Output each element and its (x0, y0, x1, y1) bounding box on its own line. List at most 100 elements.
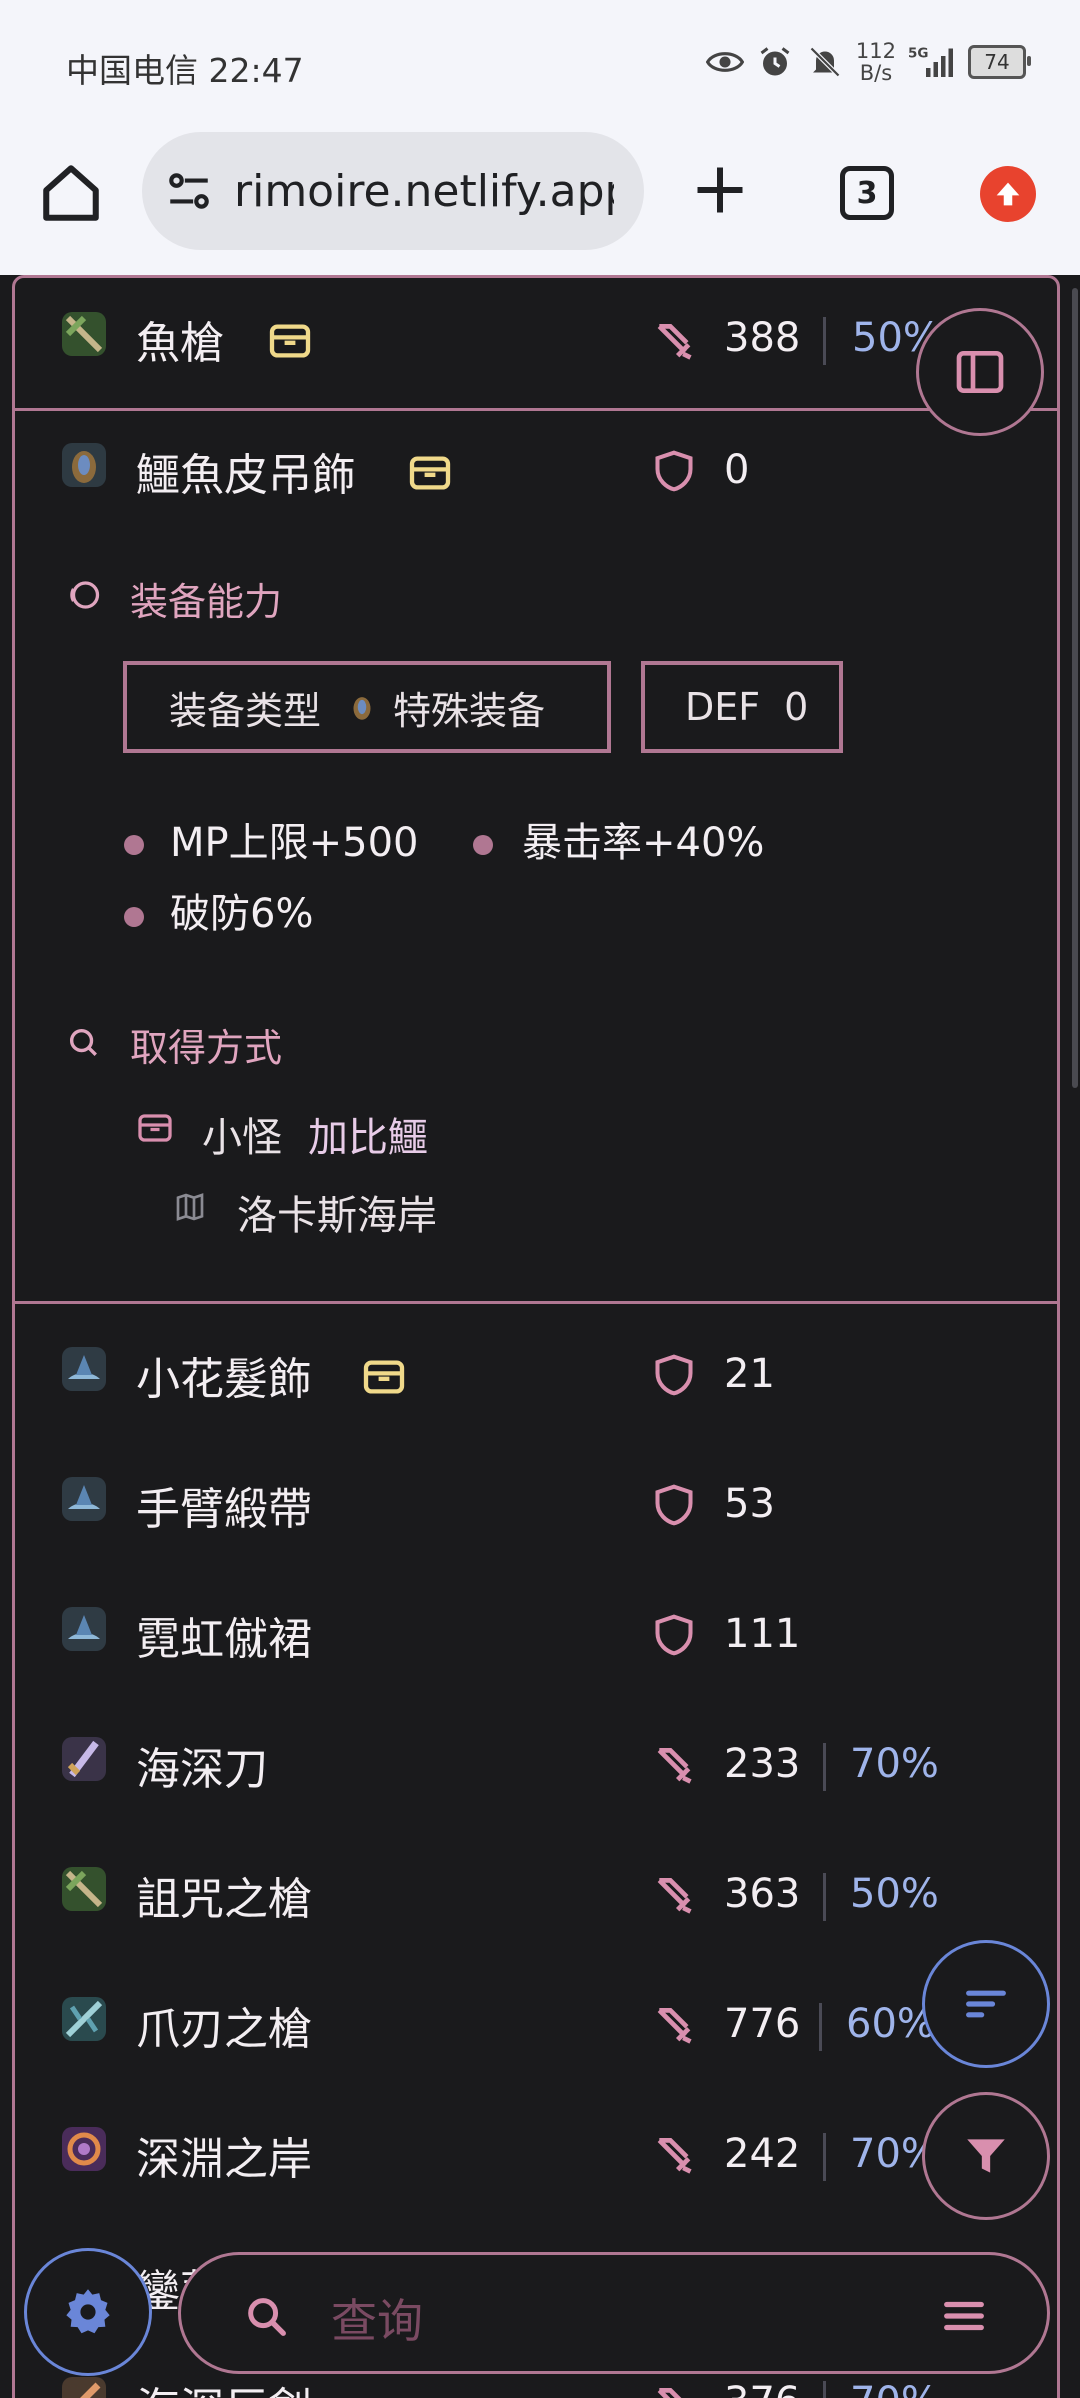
list-item[interactable]: 深淵之岸 242 70% (0, 2085, 1080, 2215)
list-item[interactable]: 霓虹僦裙 111 (0, 1565, 1080, 1695)
stat-value: 53 (724, 1481, 775, 1527)
bell-muted-icon (806, 43, 844, 81)
stat-value: 233 (724, 1741, 801, 1787)
stat-divider (823, 2381, 826, 2398)
list-item[interactable]: 手臂緞帶 53 (0, 1435, 1080, 1565)
item-name: 深淵之岸 (136, 2134, 312, 2185)
sword-icon (657, 1747, 692, 1784)
sword-icon (657, 2137, 692, 2174)
stat-divider (823, 2133, 826, 2181)
list-item[interactable]: 爪刃之槍 776 60% (0, 1955, 1080, 2085)
stat-divider (819, 2003, 822, 2051)
item-list: 魚槍 388 50% 鱷魚皮吊飾 0 装备能力 装备类型 特殊装备 DEF 0 … (0, 275, 1080, 2398)
sword-icon (657, 323, 692, 360)
claw-spear-icon (62, 1997, 106, 2041)
ability-item: 破防6% (170, 891, 314, 937)
shield-icon (655, 1614, 693, 1656)
item-name: 詛咒之槍 (136, 1874, 312, 1925)
item-name: 鱷魚皮吊飾 (136, 450, 356, 501)
browser-toolbar: rimoire.netlify.app 3 (0, 130, 1080, 275)
sidebar-icon (956, 351, 1004, 393)
def-chip: DEF 0 (641, 661, 843, 753)
sword-icon (657, 2387, 682, 2398)
hat-icon (62, 1607, 106, 1651)
signal-icon: 5G (908, 43, 956, 81)
item-name: 海深巨劍 (136, 2373, 312, 2398)
stat-value: 0 (724, 447, 750, 493)
shield-icon (655, 1484, 693, 1526)
update-button[interactable] (980, 166, 1036, 222)
list-item[interactable]: 小花髮飾 21 (0, 1305, 1080, 1435)
chest-outline-icon (138, 1114, 172, 1142)
shield-icon (655, 1354, 693, 1396)
status-bar: 中国电信 22:47 112 B/s 5G 74 (0, 0, 1080, 130)
eye-icon (705, 43, 744, 81)
monster-name[interactable]: 加比鱷 (308, 1105, 428, 1163)
carrier-time: 中国电信 22:47 (66, 51, 304, 90)
bullet-dot (473, 835, 493, 855)
stat-value: 242 (724, 2131, 801, 2177)
stat-value: 376 (724, 2379, 800, 2398)
stat-value: 111 (724, 1611, 801, 1657)
site-settings-icon[interactable] (164, 166, 214, 216)
scrollbar[interactable] (1072, 288, 1078, 1088)
def-label: DEF (685, 685, 761, 729)
def-value: 0 (784, 685, 809, 729)
item-name: 海深刀 (136, 1744, 268, 1795)
search-input[interactable]: 查询 (331, 2285, 423, 2351)
menu-icon[interactable] (941, 2293, 987, 2339)
home-button[interactable] (38, 160, 104, 226)
ability-item: MP上限+500 (170, 820, 419, 866)
list-item-expanded[interactable]: 鱷魚皮吊飾 0 (0, 411, 1080, 541)
spear-icon (62, 312, 106, 356)
equip-type-label: 装备类型 (169, 688, 322, 733)
chest-icon (409, 456, 451, 490)
sort-icon (966, 1990, 1006, 2018)
new-tab-button[interactable] (690, 160, 750, 220)
ability-circle-icon (70, 581, 100, 609)
search-icon (248, 2298, 286, 2336)
bullet-dot (124, 835, 144, 855)
network-speed: 112 B/s (855, 39, 896, 85)
stat-value: 21 (724, 1351, 775, 1397)
hat-icon (62, 1347, 106, 1391)
stat-percent: 50% (850, 1871, 939, 1917)
settings-button[interactable] (24, 2248, 152, 2376)
stat-percent: 70% (850, 1741, 939, 1787)
url-text: rimoire.netlify.app (234, 165, 614, 217)
monster-label: 小怪 (202, 1115, 282, 1161)
chest-icon (363, 1360, 405, 1394)
filter-button[interactable] (922, 2092, 1050, 2220)
sidebar-toggle-button[interactable] (916, 308, 1044, 436)
pendant-icon (62, 443, 106, 487)
shield-icon (655, 450, 693, 492)
search-bar[interactable]: 查询 (178, 2252, 1050, 2374)
pendant-small-icon (353, 697, 371, 720)
item-name: 爪刃之槍 (136, 2004, 312, 2055)
knife-icon (62, 1737, 106, 1781)
list-item[interactable]: 詛咒之槍 363 50% (0, 1825, 1080, 1955)
sword-icon (657, 1877, 692, 1914)
chest-icon (269, 324, 311, 358)
item-name: 魚槍 (136, 318, 224, 369)
greatsword-icon (62, 2377, 106, 2398)
sort-button[interactable] (922, 1940, 1050, 2068)
search-small-icon (69, 1028, 97, 1056)
location-name[interactable]: 洛卡斯海岸 (237, 1183, 437, 1241)
item-name: 手臂緞帶 (136, 1484, 312, 1535)
stat-value: 388 (724, 315, 801, 361)
tab-switcher-button[interactable]: 3 (840, 166, 894, 220)
list-item[interactable]: 海深刀 233 70% (0, 1695, 1080, 1825)
ability-item: 暴击率+40% (522, 820, 765, 866)
filter-icon (967, 2139, 1005, 2173)
stat-percent: 70% (850, 2379, 939, 2398)
hat-icon (62, 1477, 106, 1521)
stat-value: 776 (724, 2001, 801, 2047)
equip-type-chip: 装备类型 特殊装备 (123, 661, 611, 753)
row-divider (15, 1301, 1059, 1304)
alarm-icon (756, 43, 794, 81)
item-name: 小花髮飾 (136, 1354, 312, 1405)
address-bar[interactable]: rimoire.netlify.app (142, 132, 644, 250)
gear-icon (66, 2289, 110, 2334)
abyss-orb-icon (62, 2127, 106, 2171)
